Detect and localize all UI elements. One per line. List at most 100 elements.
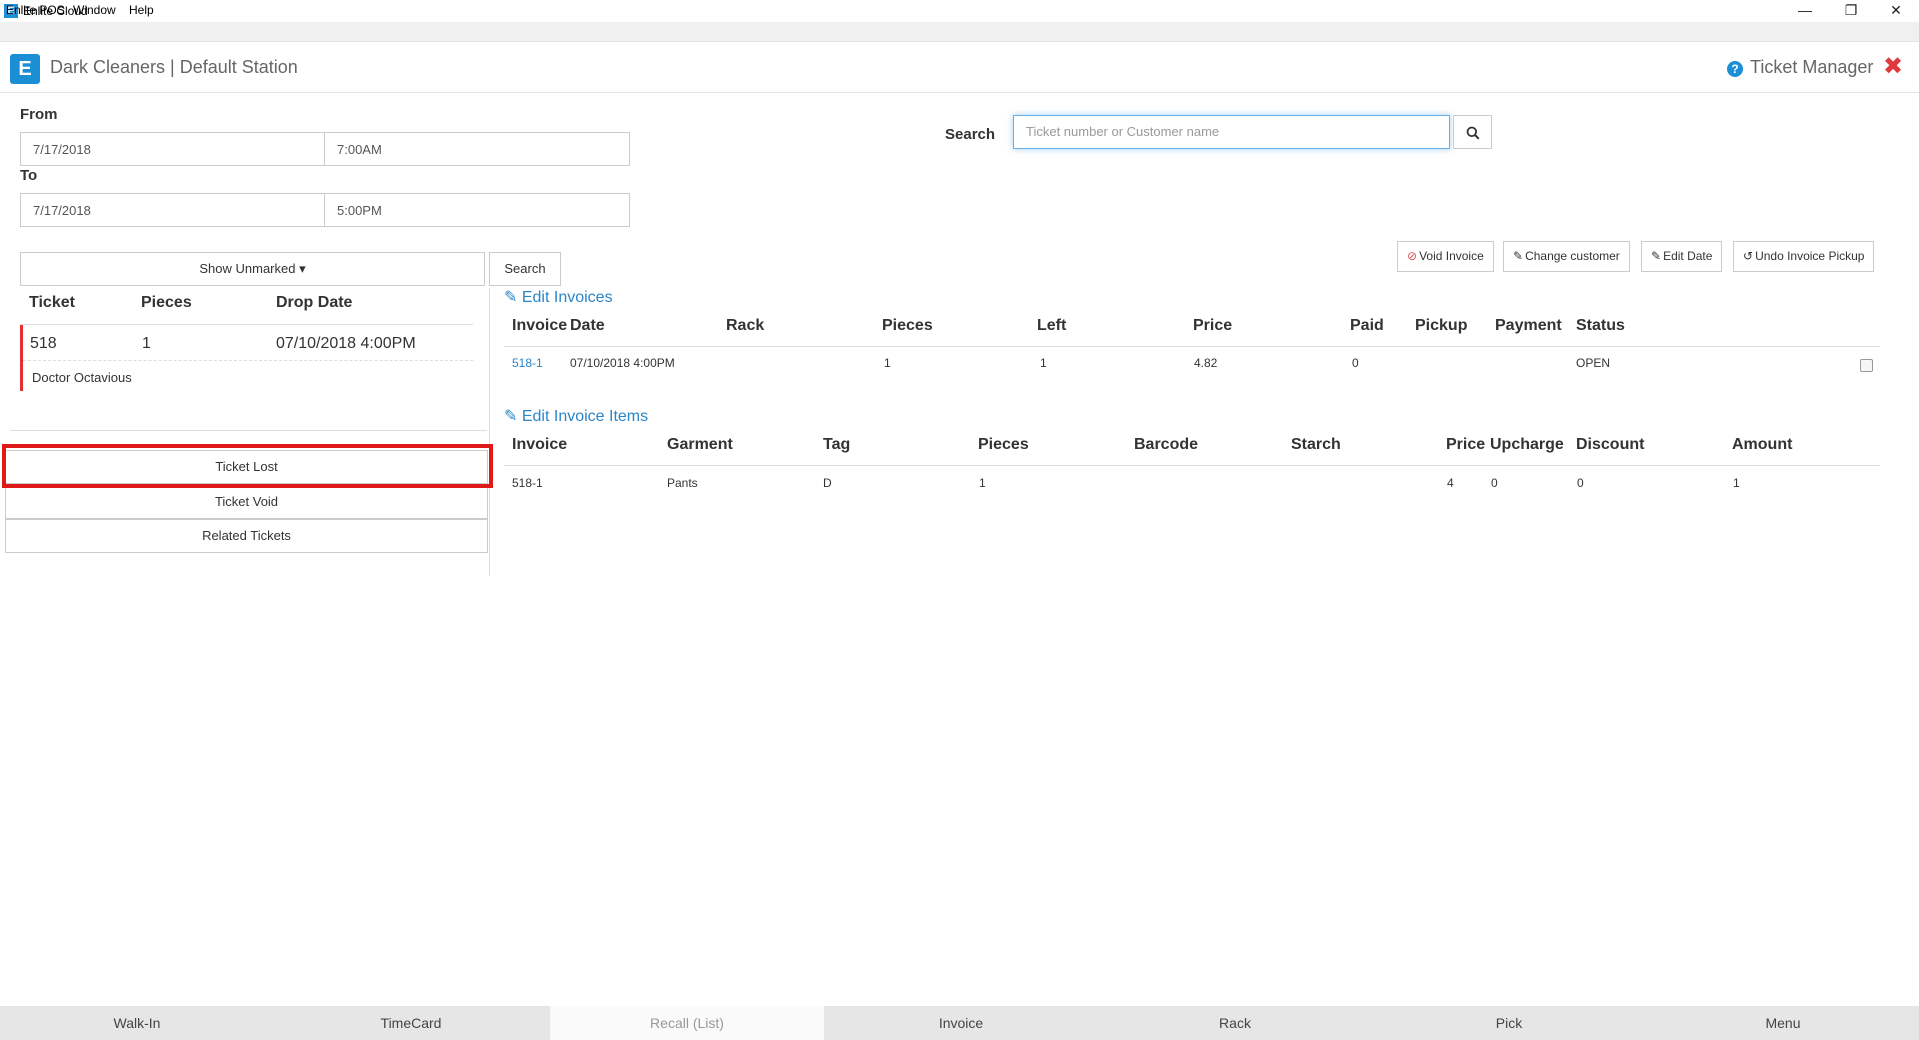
inv-col-status: Status [1576, 317, 1625, 334]
col-pieces-header: Pieces [141, 294, 192, 311]
ticket-search-button[interactable]: Search [489, 252, 561, 286]
divider [504, 346, 1880, 347]
edit-icon: ✎ [1513, 249, 1524, 263]
menu-help[interactable]: Help [129, 3, 154, 17]
inv-col-paid: Paid [1350, 317, 1384, 334]
minimize-button[interactable]: — [1782, 0, 1828, 22]
inv-col-left: Left [1037, 317, 1067, 334]
tab-timecard[interactable]: TimeCard [274, 1006, 548, 1040]
item-col-garment: Garment [667, 436, 733, 453]
ticket-drop-date: 07/10/2018 4:00PM [276, 335, 416, 352]
item-col-upcharge: Upcharge [1490, 436, 1564, 453]
help-icon[interactable]: ? [1727, 61, 1743, 77]
tab-invoice[interactable]: Invoice [824, 1006, 1098, 1040]
tab-rack[interactable]: Rack [1098, 1006, 1372, 1040]
item-col-starch: Starch [1291, 436, 1341, 453]
brand-logo-icon: E [10, 54, 40, 84]
invoice-price: 4.82 [1194, 356, 1218, 370]
search-button[interactable] [1453, 115, 1492, 149]
invoice-paid: 0 [1352, 356, 1359, 370]
window-close-button[interactable]: ✕ [1873, 0, 1919, 22]
undo-icon: ↺ [1743, 249, 1754, 263]
item-upcharge: 0 [1491, 476, 1498, 490]
bottom-nav: Walk-In TimeCard Recall (List) Invoice R… [0, 1006, 1919, 1040]
restore-button[interactable]: ❐ [1828, 0, 1874, 22]
col-drop-date-header: Drop Date [276, 294, 353, 311]
close-icon[interactable]: ✖ [1883, 52, 1903, 81]
window-titlebar [0, 0, 1919, 22]
edit-icon: ✎ [1651, 249, 1662, 263]
ban-icon: ⊘ [1407, 249, 1418, 263]
show-unmarked-dropdown[interactable]: Show Unmarked ▾ [20, 252, 485, 286]
to-label: To [20, 167, 38, 184]
inv-col-price: Price [1193, 317, 1233, 334]
item-col-barcode: Barcode [1134, 436, 1199, 453]
ticket-number: 518 [30, 335, 57, 352]
invoice-date: 07/10/2018 4:00PM [570, 356, 675, 370]
col-ticket-header: Ticket [29, 294, 75, 311]
item-price: 4 [1447, 476, 1454, 490]
edit-invoice-items-link[interactable]: ✎ Edit Invoice Items [504, 406, 648, 426]
ticket-void-button[interactable]: Ticket Void [5, 485, 488, 519]
item-col-price: Price [1446, 436, 1486, 453]
ticket-customer: Doctor Octavious [32, 370, 132, 385]
ticket-pieces: 1 [142, 335, 151, 352]
from-time-input[interactable]: 7:00AM [324, 132, 630, 166]
inv-col-payment: Payment [1495, 317, 1562, 334]
inv-col-invoice: Invoice [512, 317, 568, 334]
invoice-pieces: 1 [884, 356, 891, 370]
change-customer-label: Change customer [1525, 249, 1620, 263]
item-col-tag: Tag [823, 436, 851, 453]
invoice-left: 1 [1040, 356, 1047, 370]
item-col-invoice: Invoice [512, 436, 568, 453]
inv-col-date: Date [570, 317, 605, 334]
item-invoice: 518-1 [512, 476, 543, 490]
from-label: From [20, 106, 58, 123]
change-customer-button[interactable]: ✎ Change customer [1503, 241, 1630, 272]
item-col-discount: Discount [1576, 436, 1645, 453]
divider [10, 430, 487, 431]
undo-pickup-label: Undo Invoice Pickup [1755, 249, 1865, 263]
related-tickets-button[interactable]: Related Tickets [5, 519, 488, 553]
edit-date-label: Edit Date [1663, 249, 1713, 263]
item-discount: 0 [1577, 476, 1584, 490]
menu-window[interactable]: Window [73, 3, 116, 17]
invoice-link[interactable]: 518-1 [512, 356, 543, 370]
divider [23, 360, 473, 361]
item-col-pieces: Pieces [978, 436, 1029, 453]
edit-invoice-items-label: Edit Invoice Items [521, 408, 649, 425]
edit-date-button[interactable]: ✎ Edit Date [1641, 241, 1723, 272]
tab-menu[interactable]: Menu [1646, 1006, 1919, 1040]
edit-icon: ✎ [504, 289, 522, 306]
to-date-input[interactable]: 7/17/2018 [20, 193, 325, 227]
invoice-select-checkbox[interactable] [1860, 359, 1873, 372]
store-title: Dark Cleaners | Default Station [50, 57, 298, 77]
item-tag: D [823, 476, 832, 490]
from-date-input[interactable]: 7/17/2018 [20, 132, 325, 166]
tab-walk-in[interactable]: Walk-In [0, 1006, 274, 1040]
undo-pickup-button[interactable]: ↺ Undo Invoice Pickup [1733, 241, 1875, 272]
app-header: E Dark Cleaners | Default Station ? Tick… [0, 43, 1919, 93]
column-divider [489, 288, 490, 576]
edit-invoices-label: Edit Invoices [521, 289, 613, 306]
tab-recall-list[interactable]: Recall (List) [550, 1006, 824, 1040]
inv-col-pickup: Pickup [1415, 317, 1468, 334]
divider [504, 465, 1880, 466]
item-garment: Pants [667, 476, 698, 490]
search-input[interactable]: Ticket number or Customer name [1013, 115, 1450, 149]
highlight-box [2, 444, 493, 488]
to-time-input[interactable]: 5:00PM [324, 193, 630, 227]
invoice-status: OPEN [1576, 356, 1611, 370]
item-pieces: 1 [979, 476, 986, 490]
menu-bar [0, 22, 1919, 42]
page-title: Ticket Manager [1750, 57, 1874, 77]
edit-icon: ✎ [504, 408, 522, 425]
inv-col-rack: Rack [726, 317, 765, 334]
void-invoice-label: Void Invoice [1419, 249, 1484, 263]
void-invoice-button[interactable]: ⊘ Void Invoice [1397, 241, 1494, 272]
item-amount: 1 [1733, 476, 1740, 490]
edit-invoices-link[interactable]: ✎ Edit Invoices [504, 287, 613, 307]
tab-pick[interactable]: Pick [1372, 1006, 1646, 1040]
menu-enlite-pos[interactable]: Enlite POS [6, 3, 65, 17]
item-col-amount: Amount [1732, 436, 1793, 453]
